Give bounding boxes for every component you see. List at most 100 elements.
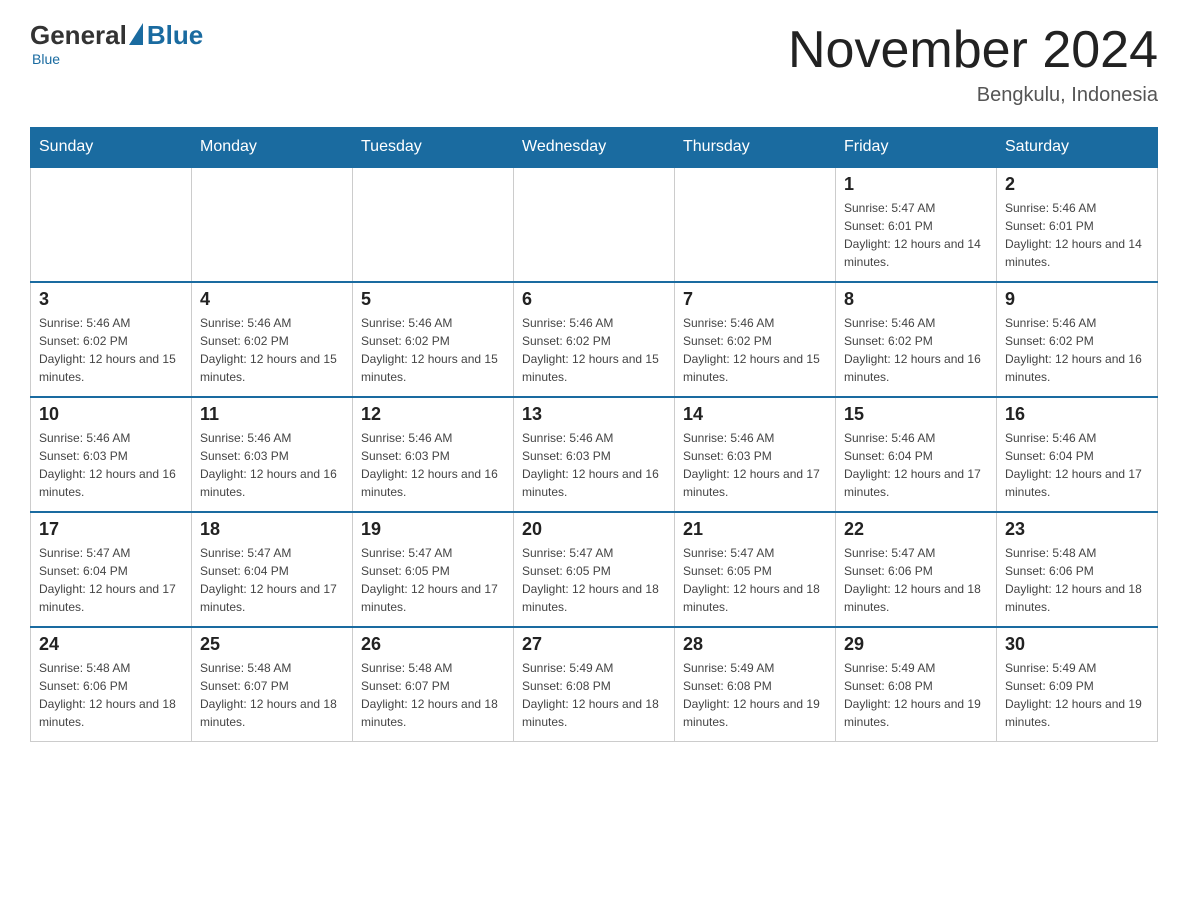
calendar-cell (31, 167, 192, 282)
day-info: Sunrise: 5:47 AMSunset: 6:04 PMDaylight:… (200, 544, 344, 616)
calendar-cell (192, 167, 353, 282)
logo-general-text: General (30, 20, 127, 51)
day-info: Sunrise: 5:46 AMSunset: 6:03 PMDaylight:… (683, 429, 827, 501)
calendar-cell: 4Sunrise: 5:46 AMSunset: 6:02 PMDaylight… (192, 282, 353, 397)
location: Bengkulu, Indonesia (788, 84, 1158, 107)
calendar-cell: 30 Sunrise: 5:49 AMSunset: 6:09 PMDayligh… (997, 627, 1158, 742)
day-info: Sunrise: 5:46 AMSunset: 6:01 PMDaylight:… (1005, 199, 1149, 271)
month-title: November 2024 (788, 20, 1158, 80)
logo-subtitle: Blue (32, 51, 60, 67)
day-info: Sunrise: 5:46 AMSunset: 6:02 PMDaylight:… (522, 314, 666, 386)
calendar-cell: 2 Sunrise: 5:46 AMSunset: 6:01 PMDaylight… (997, 167, 1158, 282)
day-number: 10 (39, 404, 183, 425)
day-info: Sunrise: 5:47 AMSunset: 6:04 PMDaylight:… (39, 544, 183, 616)
day-info: Sunrise: 5:46 AMSunset: 6:02 PMDaylight:… (1005, 314, 1149, 386)
calendar-week-row: 3 Sunrise: 5:46 AMSunset: 6:02 PMDaylight… (31, 282, 1158, 397)
day-header-thursday: Thursday (675, 128, 836, 168)
day-number: 9 (1005, 289, 1149, 310)
day-info: Sunrise: 5:46 AMSunset: 6:02 PMDaylight:… (39, 314, 183, 386)
calendar-cell: 8 Sunrise: 5:46 AMSunset: 6:02 PMDaylight… (836, 282, 997, 397)
calendar-cell: 10 Sunrise: 5:46 AMSunset: 6:03 PMDayligh… (31, 397, 192, 512)
calendar-table: SundayMondayTuesdayWednesdayThursdayFrid… (30, 127, 1158, 742)
calendar-cell: 25 Sunrise: 5:48 AMSunset: 6:07 PMDayligh… (192, 627, 353, 742)
day-number: 15 (844, 404, 988, 425)
day-info: Sunrise: 5:46 AMSunset: 6:03 PMDaylight:… (522, 429, 666, 501)
calendar-cell: 6 Sunrise: 5:46 AMSunset: 6:02 PMDaylight… (514, 282, 675, 397)
calendar-week-row: 24Sunrise: 5:48 AMSunset: 6:06 PMDayligh… (31, 627, 1158, 742)
day-info: Sunrise: 5:46 AMSunset: 6:02 PMDaylight:… (844, 314, 988, 386)
day-header-saturday: Saturday (997, 128, 1158, 168)
title-area: November 2024 Bengkulu, Indonesia (788, 20, 1158, 107)
day-number: 2 (1005, 174, 1149, 195)
day-number: 16 (1005, 404, 1149, 425)
day-info: Sunrise: 5:46 AMSunset: 6:03 PMDaylight:… (39, 429, 183, 501)
calendar-cell: 23Sunrise: 5:48 AMSunset: 6:06 PMDayligh… (997, 512, 1158, 627)
day-info: Sunrise: 5:47 AMSunset: 6:01 PMDaylight:… (844, 199, 988, 271)
logo: General Blue Blue (30, 20, 203, 67)
day-info: Sunrise: 5:46 AMSunset: 6:02 PMDaylight:… (200, 314, 344, 386)
day-info: Sunrise: 5:48 AMSunset: 6:07 PMDaylight:… (361, 659, 505, 731)
calendar-cell: 5 Sunrise: 5:46 AMSunset: 6:02 PMDaylight… (353, 282, 514, 397)
calendar-cell: 29 Sunrise: 5:49 AMSunset: 6:08 PMDayligh… (836, 627, 997, 742)
calendar-cell (514, 167, 675, 282)
day-info: Sunrise: 5:46 AMSunset: 6:02 PMDaylight:… (683, 314, 827, 386)
calendar-cell: 19 Sunrise: 5:47 AMSunset: 6:05 PMDayligh… (353, 512, 514, 627)
day-info: Sunrise: 5:47 AMSunset: 6:05 PMDaylight:… (522, 544, 666, 616)
day-info: Sunrise: 5:46 AMSunset: 6:04 PMDaylight:… (844, 429, 988, 501)
day-number: 1 (844, 174, 988, 195)
day-number: 11 (200, 404, 344, 425)
calendar-cell: 11 Sunrise: 5:46 AMSunset: 6:03 PMDayligh… (192, 397, 353, 512)
calendar-week-row: 17Sunrise: 5:47 AMSunset: 6:04 PMDayligh… (31, 512, 1158, 627)
day-number: 13 (522, 404, 666, 425)
day-info: Sunrise: 5:49 AMSunset: 6:08 PMDaylight:… (844, 659, 988, 731)
day-number: 7 (683, 289, 827, 310)
day-number: 26 (361, 634, 505, 655)
calendar-cell (353, 167, 514, 282)
calendar-cell: 20 Sunrise: 5:47 AMSunset: 6:05 PMDayligh… (514, 512, 675, 627)
calendar-cell: 15 Sunrise: 5:46 AMSunset: 6:04 PMDayligh… (836, 397, 997, 512)
calendar-cell: 27 Sunrise: 5:49 AMSunset: 6:08 PMDayligh… (514, 627, 675, 742)
day-info: Sunrise: 5:49 AMSunset: 6:08 PMDaylight:… (522, 659, 666, 731)
day-number: 20 (522, 519, 666, 540)
day-number: 8 (844, 289, 988, 310)
day-info: Sunrise: 5:47 AMSunset: 6:05 PMDaylight:… (683, 544, 827, 616)
day-info: Sunrise: 5:48 AMSunset: 6:06 PMDaylight:… (1005, 544, 1149, 616)
calendar-cell: 18Sunrise: 5:47 AMSunset: 6:04 PMDayligh… (192, 512, 353, 627)
day-header-monday: Monday (192, 128, 353, 168)
calendar-cell: 17Sunrise: 5:47 AMSunset: 6:04 PMDayligh… (31, 512, 192, 627)
calendar-cell: 21 Sunrise: 5:47 AMSunset: 6:05 PMDayligh… (675, 512, 836, 627)
day-number: 27 (522, 634, 666, 655)
day-info: Sunrise: 5:46 AMSunset: 6:03 PMDaylight:… (200, 429, 344, 501)
day-number: 25 (200, 634, 344, 655)
day-info: Sunrise: 5:46 AMSunset: 6:02 PMDaylight:… (361, 314, 505, 386)
day-info: Sunrise: 5:46 AMSunset: 6:04 PMDaylight:… (1005, 429, 1149, 501)
day-number: 6 (522, 289, 666, 310)
day-number: 19 (361, 519, 505, 540)
calendar-cell: 9 Sunrise: 5:46 AMSunset: 6:02 PMDaylight… (997, 282, 1158, 397)
day-number: 22 (844, 519, 988, 540)
day-number: 30 (1005, 634, 1149, 655)
day-info: Sunrise: 5:49 AMSunset: 6:08 PMDaylight:… (683, 659, 827, 731)
calendar-cell: 28 Sunrise: 5:49 AMSunset: 6:08 PMDayligh… (675, 627, 836, 742)
calendar-cell: 12Sunrise: 5:46 AMSunset: 6:03 PMDayligh… (353, 397, 514, 512)
calendar-week-row: 10 Sunrise: 5:46 AMSunset: 6:03 PMDayligh… (31, 397, 1158, 512)
calendar-cell: 22Sunrise: 5:47 AMSunset: 6:06 PMDayligh… (836, 512, 997, 627)
calendar-cell: 13 Sunrise: 5:46 AMSunset: 6:03 PMDayligh… (514, 397, 675, 512)
calendar-cell: 26 Sunrise: 5:48 AMSunset: 6:07 PMDayligh… (353, 627, 514, 742)
day-header-friday: Friday (836, 128, 997, 168)
calendar-cell: 3 Sunrise: 5:46 AMSunset: 6:02 PMDaylight… (31, 282, 192, 397)
day-number: 28 (683, 634, 827, 655)
day-number: 21 (683, 519, 827, 540)
day-info: Sunrise: 5:48 AMSunset: 6:07 PMDaylight:… (200, 659, 344, 731)
day-number: 24 (39, 634, 183, 655)
calendar-header-row: SundayMondayTuesdayWednesdayThursdayFrid… (31, 128, 1158, 168)
logo-blue-text: Blue (147, 20, 203, 51)
day-number: 29 (844, 634, 988, 655)
day-number: 3 (39, 289, 183, 310)
day-info: Sunrise: 5:49 AMSunset: 6:09 PMDaylight:… (1005, 659, 1149, 731)
day-number: 5 (361, 289, 505, 310)
calendar-cell: 24Sunrise: 5:48 AMSunset: 6:06 PMDayligh… (31, 627, 192, 742)
day-info: Sunrise: 5:47 AMSunset: 6:05 PMDaylight:… (361, 544, 505, 616)
day-header-tuesday: Tuesday (353, 128, 514, 168)
logo-triangle-icon (129, 23, 143, 45)
